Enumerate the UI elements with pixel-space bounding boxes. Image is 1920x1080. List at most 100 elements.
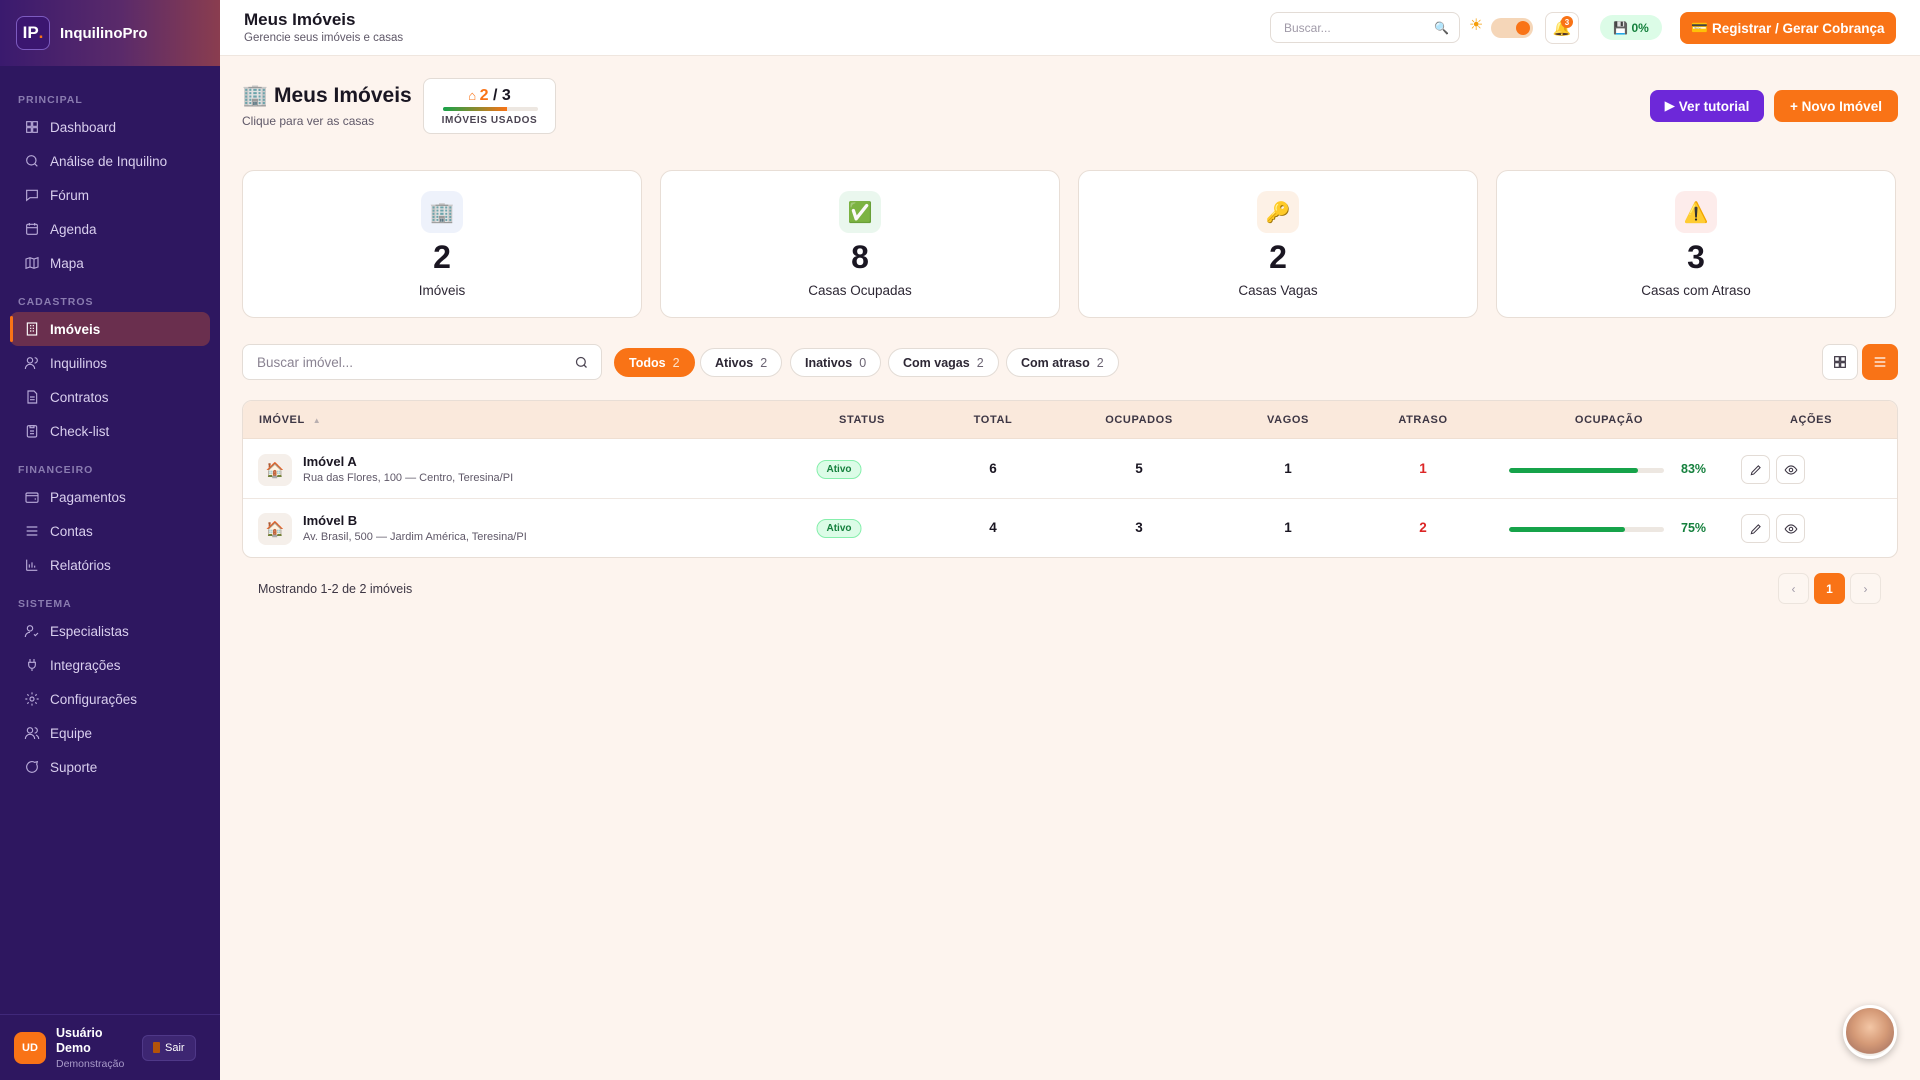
logout-button[interactable]: Sair xyxy=(142,1034,196,1061)
gear-icon xyxy=(25,692,39,706)
assistant-avatar-button[interactable] xyxy=(1843,1005,1897,1059)
tutorial-button[interactable]: ▶ Ver tutorial xyxy=(1650,90,1764,122)
nav-section-title: PRINCIPAL xyxy=(18,94,83,106)
occupancy-percent: 75% xyxy=(1681,521,1707,535)
view-button[interactable] xyxy=(1776,514,1805,543)
map-icon xyxy=(25,256,39,270)
brand[interactable]: IP. InquilinoPro xyxy=(0,0,220,66)
nav-section-title: CADASTROS xyxy=(18,296,94,308)
sidebar-item-label: Agenda xyxy=(50,221,97,237)
usage-label: IMÓVEIS USADOS xyxy=(441,115,538,126)
stat-card[interactable]: 🔑 2 Casas Vagas xyxy=(1078,170,1478,318)
prev-page-button[interactable]: ‹ xyxy=(1778,573,1809,604)
next-page-button[interactable]: › xyxy=(1850,573,1881,604)
table-row[interactable]: 🏠 Imóvel B Av. Brasil, 500 — Jardim Amér… xyxy=(243,499,1897,557)
eye-icon xyxy=(1784,523,1797,534)
edit-button[interactable] xyxy=(1741,514,1770,543)
edit-button[interactable] xyxy=(1741,455,1770,484)
stat-value: 8 xyxy=(851,239,869,275)
late-value: 1 xyxy=(1419,461,1427,476)
property-search-input[interactable]: Buscar imóvel... xyxy=(242,344,602,380)
search-icon xyxy=(575,356,587,368)
sidebar-item-equipe[interactable]: Equipe xyxy=(10,716,210,750)
user-check-icon xyxy=(24,625,39,638)
total-value: 6 xyxy=(989,461,997,476)
filter-count: 0 xyxy=(859,355,867,370)
global-search-input[interactable]: Buscar... 🔍 xyxy=(1270,12,1460,43)
sidebar-item-label: Contas xyxy=(50,523,93,539)
sidebar-item-label: Mapa xyxy=(50,255,84,271)
cobranca-button[interactable]: 💳 Registrar / Gerar Cobrança xyxy=(1680,12,1896,44)
new-property-button[interactable]: + Novo Imóvel xyxy=(1774,90,1898,122)
vacant-value: 1 xyxy=(1284,520,1292,535)
card-icon: 💳 xyxy=(1691,20,1712,35)
filter-chip-com-atraso[interactable]: Com atraso 2 xyxy=(1006,348,1119,377)
eye-icon xyxy=(1784,464,1797,475)
main-content: 🏢 Meus Imóveis Clique para ver as casas … xyxy=(220,56,1920,1080)
occupancy-percent: 83% xyxy=(1681,462,1707,476)
header-subtitle: Gerencie seus imóveis e casas xyxy=(244,32,404,44)
clipboard-icon xyxy=(26,425,38,438)
filter-chip-todos[interactable]: Todos 2 xyxy=(614,348,695,377)
sidebar-item-imoveis[interactable]: Imóveis xyxy=(10,312,210,346)
stat-value: 3 xyxy=(1687,239,1705,275)
sidebar-item-relatorios[interactable]: Relatórios xyxy=(10,548,210,582)
sidebar-item-contratos[interactable]: Contratos xyxy=(10,380,210,414)
sidebar-item-forum[interactable]: Fórum xyxy=(10,178,210,212)
filter-chip-ativos[interactable]: Ativos 2 xyxy=(700,348,783,377)
sidebar-item-inquilinos[interactable]: Inquilinos xyxy=(10,346,210,380)
user-name: Usuário Demo xyxy=(56,1025,103,1055)
sidebar-item-pagamentos[interactable]: Pagamentos xyxy=(10,480,210,514)
sidebar-item-configuracoes[interactable]: Configurações xyxy=(10,682,210,716)
avatar: UD xyxy=(14,1031,46,1064)
filter-chip-inativos[interactable]: Inativos 0 xyxy=(790,348,882,377)
brand-logo: IP. xyxy=(16,16,50,50)
sidebar-item-integracoes[interactable]: Integrações xyxy=(10,648,210,682)
notification-badge: 3 xyxy=(1561,16,1573,28)
check-emoji-icon: ✅ xyxy=(839,191,881,233)
stat-card[interactable]: ✅ 8 Casas Ocupadas xyxy=(660,170,1060,318)
house-icon: 🏠 xyxy=(258,454,292,486)
sidebar-item-mapa[interactable]: Mapa xyxy=(10,246,210,280)
column-header: ATRASO xyxy=(1398,414,1448,426)
occupancy-bar xyxy=(1509,468,1664,473)
sidebar-item-especialistas[interactable]: Especialistas xyxy=(10,614,210,648)
sidebar-item-dashboard[interactable]: Dashboard xyxy=(10,110,210,144)
plug-icon xyxy=(28,659,36,671)
usage-bar xyxy=(443,107,538,111)
theme-toggle[interactable] xyxy=(1491,18,1533,38)
page-1-button[interactable]: 1 xyxy=(1814,573,1845,604)
sidebar-nav: PRINCIPAL Dashboard Análise de Inquilino Fó… xyxy=(0,66,220,784)
sidebar: IP. InquilinoPro PRINCIPAL Dashboard Análi… xyxy=(0,0,220,1080)
sidebar-item-contas[interactable]: Contas xyxy=(10,514,210,548)
grid-view-button[interactable] xyxy=(1822,344,1858,380)
stat-card[interactable]: 🏢 2 Imóveis xyxy=(242,170,642,318)
list-icon xyxy=(1874,357,1886,367)
house-icon: 🏠 xyxy=(258,513,292,545)
warning-emoji-icon: ⚠️ xyxy=(1675,191,1717,233)
building-icon xyxy=(26,322,38,336)
sidebar-item-check-list[interactable]: Check-list xyxy=(10,414,210,448)
calendar-icon xyxy=(26,223,38,235)
sidebar-item-label: Integrações xyxy=(50,657,121,673)
building-emoji-icon: 🏢 xyxy=(242,84,274,107)
stat-label: Casas Vagas xyxy=(1238,283,1318,298)
sidebar-item-suporte[interactable]: Suporte xyxy=(10,750,210,784)
notifications-button[interactable]: 🔔 3 xyxy=(1545,12,1579,44)
occupancy-bar-fill xyxy=(1509,527,1626,532)
storage-badge[interactable]: 💾 0% xyxy=(1600,15,1662,40)
filter-chip-com-vagas[interactable]: Com vagas 2 xyxy=(888,348,999,377)
property-address: Rua das Flores, 100 — Centro, Teresina/P… xyxy=(303,472,514,484)
sidebar-item-analise-de-inquilino[interactable]: Análise de Inquilino xyxy=(10,144,210,178)
column-header: VAGOS xyxy=(1267,414,1309,426)
table-row[interactable]: 🏠 Imóvel A Rua das Flores, 100 — Centro,… xyxy=(243,440,1897,499)
stat-card[interactable]: ⚠️ 3 Casas com Atraso xyxy=(1496,170,1896,318)
users-icon xyxy=(24,357,38,370)
list-view-button[interactable] xyxy=(1862,344,1898,380)
usage-bar-fill xyxy=(443,107,507,111)
column-header[interactable]: IMÓVEL ▲ xyxy=(259,414,321,426)
sidebar-item-agenda[interactable]: Agenda xyxy=(10,212,210,246)
sidebar-item-label: Inquilinos xyxy=(50,355,108,371)
view-button[interactable] xyxy=(1776,455,1805,484)
pencil-icon xyxy=(1750,464,1761,475)
